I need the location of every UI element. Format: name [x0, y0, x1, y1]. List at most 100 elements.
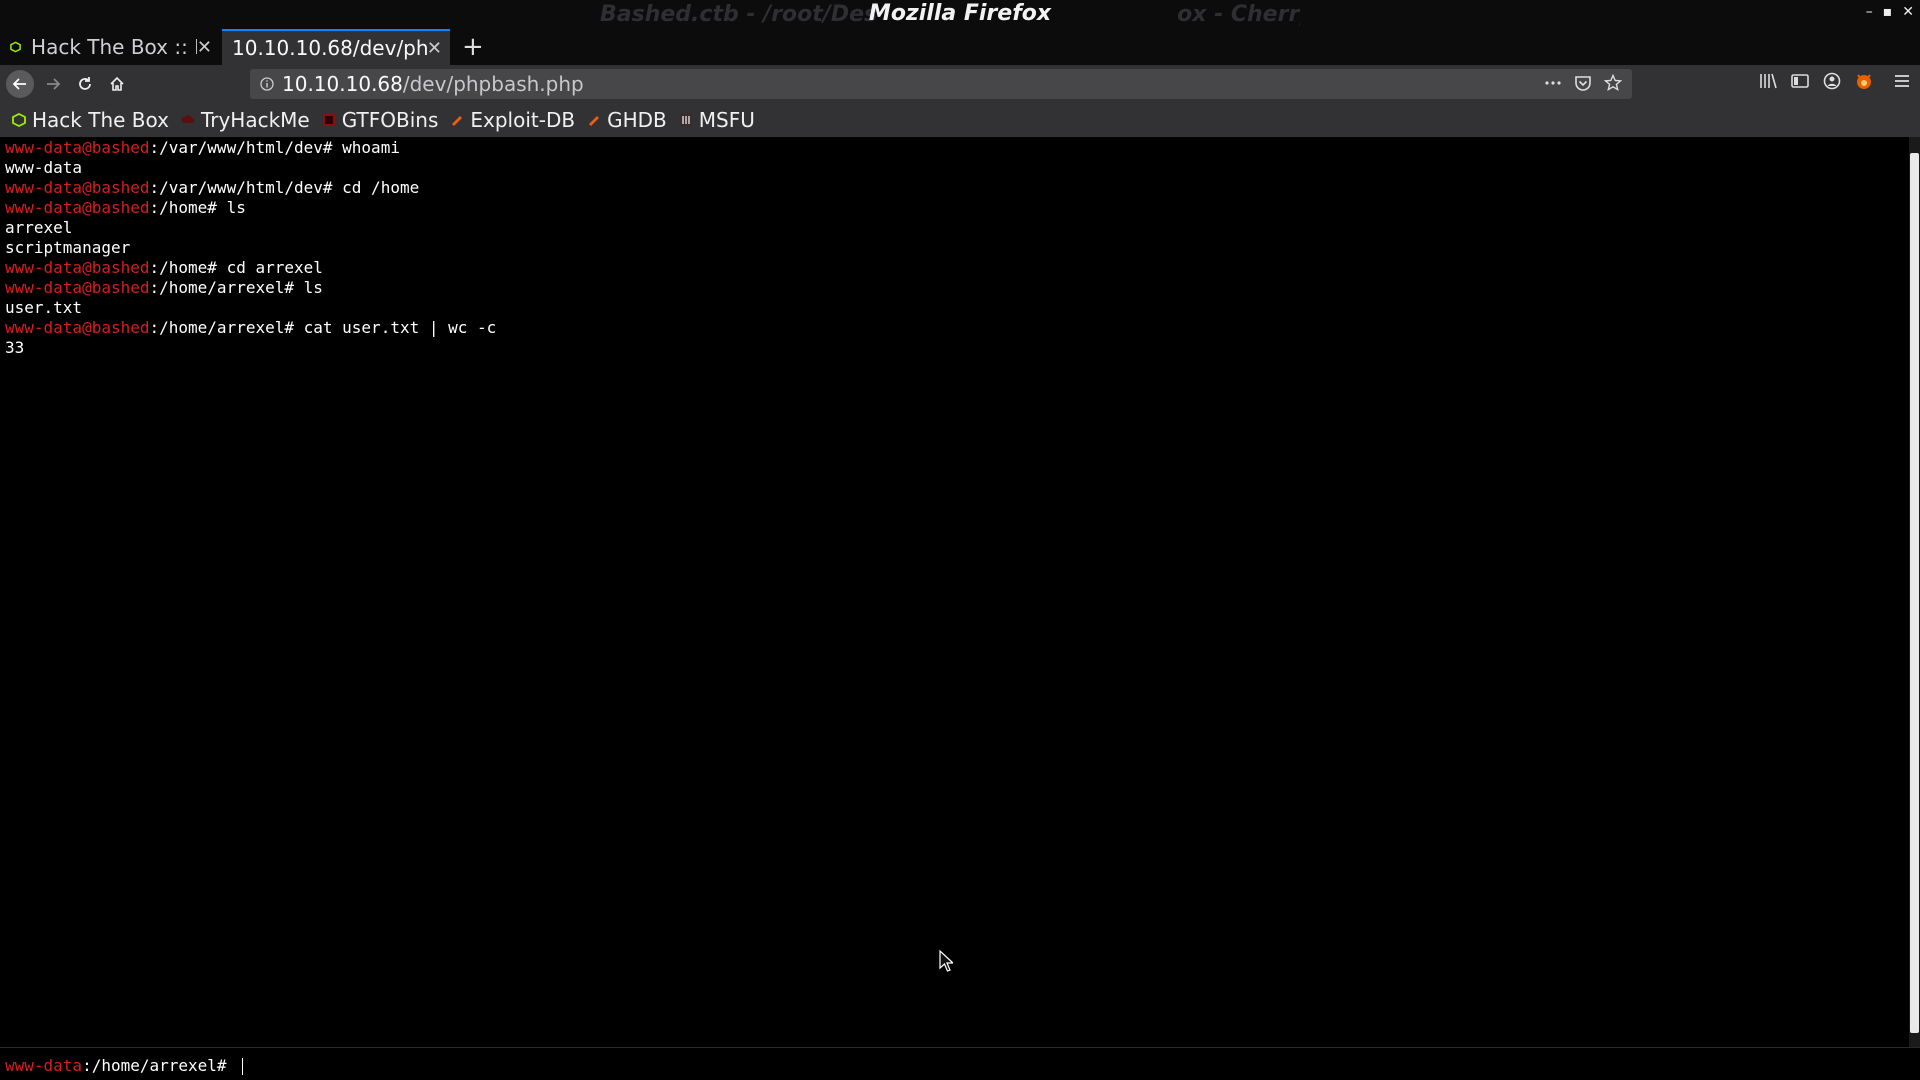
command-text: whoami [342, 138, 400, 157]
bookmark-exploitdb[interactable]: Exploit-DB [450, 108, 575, 132]
page-actions-icon[interactable] [1544, 74, 1562, 92]
prompt-path: :/home/arrexel# [82, 1056, 237, 1075]
forward-button[interactable] [40, 71, 66, 97]
account-icon[interactable] [1822, 71, 1842, 91]
menu-icon[interactable] [1892, 71, 1912, 91]
terminal-line: user.txt [5, 298, 496, 318]
htb-icon [10, 41, 21, 53]
tryhackme-icon [181, 115, 195, 123]
info-icon[interactable] [260, 77, 274, 91]
output-text: www-data [5, 158, 83, 177]
terminal-input-bar[interactable]: www-data:/home/arrexel# [0, 1047, 1920, 1080]
forward-arrow-icon [47, 78, 61, 90]
bookmarks-toolbar: Hack The Box TryHackMe GTFOBins Exploit-… [0, 103, 1920, 137]
pocket-icon[interactable] [1574, 74, 1592, 92]
terminal-line: www-data@bashed:/home# cd arrexel [5, 258, 496, 278]
terminal-line: www-data [5, 158, 496, 178]
bookmark-ghdb[interactable]: GHDB [587, 108, 667, 132]
ghdb-icon [589, 116, 600, 126]
prompt-user: www-data [5, 1056, 83, 1075]
exploitdb-icon [452, 116, 463, 126]
text-caret [242, 1058, 244, 1075]
prompt-path: :/var/www/html/dev# [149, 178, 343, 197]
bookmark-label: GHDB [607, 108, 667, 132]
terminal-line: www-data@bashed:/var/www/html/dev# whoam… [5, 138, 496, 158]
library-icon[interactable] [1758, 71, 1778, 91]
tab-label: Hack The Box :: M [31, 35, 197, 59]
home-button[interactable] [104, 71, 130, 97]
bookmark-msfu[interactable]: MSFU [679, 108, 755, 132]
terminal-line: scriptmanager [5, 238, 496, 258]
prompt-user: www-data@bashed [5, 258, 150, 277]
close-tab-icon[interactable]: ✕ [427, 38, 442, 59]
prompt-path: :/home/arrexel# [149, 278, 304, 297]
command-text: cd /home [342, 178, 420, 197]
terminal-line: www-data@bashed:/home# ls [5, 198, 496, 218]
bookmark-label: TryHackMe [200, 108, 310, 132]
prompt-user: www-data@bashed [5, 138, 150, 157]
bookmark-label: Exploit-DB [470, 108, 576, 132]
command-text: cat user.txt | wc -c [303, 318, 497, 337]
url-text[interactable]: 10.10.10.68/dev/phpbash.php [282, 72, 584, 96]
back-button[interactable] [6, 70, 34, 98]
home-icon [110, 76, 124, 91]
new-tab-button[interactable]: + [454, 29, 492, 65]
mouse-pointer-icon [939, 950, 953, 972]
htb-icon [12, 113, 26, 127]
bookmark-tryhackme[interactable]: TryHackMe [181, 108, 310, 132]
bookmark-hackthebox[interactable]: Hack The Box [12, 108, 169, 132]
terminal-line: www-data@bashed:/home/arrexel# ls [5, 278, 496, 298]
prompt-path: :/home/arrexel# [149, 318, 304, 337]
bookmark-label: MSFU [698, 108, 755, 132]
terminal-line: 33 [5, 338, 496, 358]
tab-bar: Hack The Box :: M ✕ 10.10.10.68/dev/ph ✕… [0, 29, 1920, 65]
close-tab-icon[interactable]: ✕ [197, 37, 212, 58]
terminal-line: www-data@bashed:/var/www/html/dev# cd /h… [5, 178, 496, 198]
command-text: cd arrexel [226, 258, 323, 277]
sidebar-icon[interactable] [1790, 71, 1810, 91]
scrollbar-thumb[interactable] [1910, 153, 1919, 1033]
prompt-user: www-data@bashed [5, 278, 150, 297]
tab-phpbash[interactable]: 10.10.10.68/dev/ph ✕ [222, 29, 450, 65]
window-titlebar: Bashed.ctb - /root/Desox - CherryTree 0.… [0, 0, 1920, 29]
reload-button[interactable] [72, 71, 98, 97]
terminal-prompt[interactable]: www-data:/home/arrexel# [5, 1056, 244, 1075]
bookmark-gtfobins[interactable]: GTFOBins [322, 108, 439, 132]
prompt-path: :/home# [149, 198, 227, 217]
url-actions [1544, 74, 1622, 92]
window-title: Mozilla Firefox [868, 1, 1052, 26]
back-arrow-icon [12, 78, 26, 90]
prompt-user: www-data@bashed [5, 198, 150, 217]
output-text: scriptmanager [5, 238, 131, 257]
bookmark-label: Hack The Box [32, 108, 169, 132]
terminal-output: www-data@bashed:/var/www/html/dev# whoam… [5, 138, 496, 358]
extension-fox-icon[interactable] [1854, 71, 1874, 91]
terminal-line: arrexel [5, 218, 496, 238]
url-bar[interactable]: 10.10.10.68/dev/phpbash.php [250, 69, 1632, 99]
tab-label: 10.10.10.68/dev/ph [232, 36, 427, 60]
page-scrollbar[interactable] [1909, 137, 1920, 1047]
prompt-path: :/home# [149, 258, 227, 277]
msfu-icon [679, 114, 692, 126]
page-content: www-data@bashed:/var/www/html/dev# whoam… [0, 137, 1909, 1047]
prompt-user: www-data@bashed [5, 178, 150, 197]
prompt-path: :/var/www/html/dev# [149, 138, 343, 157]
close-window-button[interactable]: ✕ [1902, 4, 1914, 20]
prompt-user: www-data@bashed [5, 318, 150, 337]
terminal-line: www-data@bashed:/home/arrexel# cat user.… [5, 318, 496, 338]
window-controls: – ▪ ✕ [1866, 4, 1914, 20]
tab-hackthebox[interactable]: Hack The Box :: M ✕ [0, 29, 220, 65]
command-text: ls [226, 198, 246, 217]
bookmark-label: GTFOBins [341, 108, 439, 132]
output-text: user.txt [5, 298, 83, 317]
bookmark-star-icon[interactable] [1604, 74, 1622, 92]
minimize-button[interactable]: – [1866, 4, 1873, 20]
output-text: 33 [5, 338, 25, 357]
toolbar-icons [1758, 71, 1912, 91]
maximize-button[interactable]: ▪ [1883, 4, 1893, 20]
output-text: arrexel [5, 218, 73, 237]
reload-icon [79, 77, 91, 90]
nav-bar: 10.10.10.68/dev/phpbash.php [0, 65, 1920, 103]
gtfobins-icon [322, 114, 335, 126]
command-text: ls [303, 278, 323, 297]
